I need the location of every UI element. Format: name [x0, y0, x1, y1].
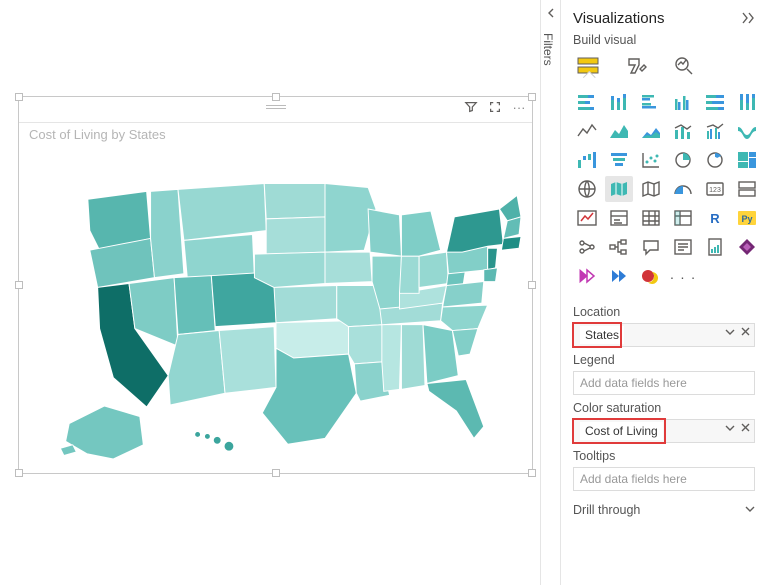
arcgis-icon[interactable] [605, 263, 633, 289]
waterfall-chart-icon[interactable] [573, 147, 601, 173]
power-automate-icon[interactable] [573, 263, 601, 289]
focus-mode-icon[interactable] [488, 100, 502, 114]
line-clustered-column-icon[interactable] [701, 118, 729, 144]
kpi-icon[interactable] [573, 205, 601, 231]
filters-pane-collapsed: Filters [540, 0, 560, 585]
gauge-icon[interactable] [669, 176, 697, 202]
legend-placeholder: Add data fields here [580, 376, 687, 390]
qa-visual-icon[interactable] [637, 234, 665, 260]
matrix-icon[interactable] [669, 205, 697, 231]
funnel-chart-icon[interactable] [605, 147, 633, 173]
expand-filters-icon[interactable] [541, 0, 560, 27]
location-field-value[interactable]: States [580, 326, 624, 344]
pane-title: Visualizations [573, 10, 664, 27]
filled-map-icon[interactable] [605, 176, 633, 202]
grip-handle-icon[interactable] [266, 105, 286, 111]
scatter-chart-icon[interactable] [637, 147, 665, 173]
visualizations-pane: Visualizations Build visual [560, 0, 765, 585]
stacked-column-chart-icon[interactable] [605, 89, 633, 115]
more-options-icon[interactable]: ··· [512, 100, 526, 114]
resize-handle-e[interactable] [528, 281, 536, 289]
treemap-icon[interactable] [733, 147, 761, 173]
card-icon[interactable]: 123 [701, 176, 729, 202]
svg-text:123: 123 [709, 187, 721, 194]
power-apps-icon[interactable] [733, 234, 761, 260]
area-chart-icon[interactable] [605, 118, 633, 144]
donut-chart-icon[interactable] [701, 147, 729, 173]
table-icon[interactable] [637, 205, 665, 231]
filled-map-visual[interactable] [19, 146, 532, 472]
filters-label[interactable]: Filters [541, 27, 555, 66]
pie-chart-icon[interactable] [669, 147, 697, 173]
collapse-pane-icon[interactable] [741, 11, 755, 27]
filter-icon[interactable] [464, 100, 478, 114]
hundred-stacked-bar-icon[interactable] [701, 89, 729, 115]
remove-field-icon[interactable] [741, 423, 750, 436]
resize-handle-sw[interactable] [15, 469, 23, 477]
azure-map-icon[interactable] [637, 176, 665, 202]
legend-label: Legend [573, 353, 755, 367]
ribbon-chart-icon[interactable] [733, 118, 761, 144]
format-visual-tab[interactable] [623, 53, 649, 79]
visual-container[interactable]: ··· Cost of Living by States [18, 96, 533, 474]
python-visual-icon[interactable]: Py [733, 205, 761, 231]
clustered-column-chart-icon[interactable] [669, 89, 697, 115]
line-chart-icon[interactable] [573, 118, 601, 144]
resize-handle-se[interactable] [528, 469, 536, 477]
saturation-label: Color saturation [573, 401, 755, 415]
location-field-well[interactable]: States [573, 323, 755, 347]
hundred-stacked-column-icon[interactable] [733, 89, 761, 115]
remove-field-icon[interactable] [741, 327, 750, 340]
resize-handle-n[interactable] [272, 93, 280, 101]
field-menu-icon[interactable] [725, 327, 735, 340]
pane-subtitle: Build visual [573, 33, 755, 47]
saturation-field-well[interactable]: Cost of Living [573, 419, 755, 443]
tooltips-label: Tooltips [573, 449, 755, 463]
drill-through-label: Drill through [573, 503, 640, 517]
svg-text:R: R [710, 211, 720, 226]
field-menu-icon[interactable] [725, 423, 735, 436]
visual-title: Cost of Living by States [19, 123, 532, 146]
saturation-field-value[interactable]: Cost of Living [580, 422, 663, 440]
stacked-area-chart-icon[interactable] [637, 118, 665, 144]
resize-handle-ne[interactable] [528, 93, 536, 101]
tooltips-field-well[interactable]: Add data fields here [573, 467, 755, 491]
multi-row-card-icon[interactable] [733, 176, 761, 202]
key-influencers-icon[interactable] [573, 234, 601, 260]
sparkline-icon[interactable] [637, 263, 665, 289]
drill-through-toggle-icon[interactable] [745, 503, 755, 517]
slicer-icon[interactable] [605, 205, 633, 231]
resize-handle-s[interactable] [272, 469, 280, 477]
line-stacked-column-icon[interactable] [669, 118, 697, 144]
svg-text:Py: Py [741, 214, 752, 224]
resize-handle-nw[interactable] [15, 93, 23, 101]
more-visuals-icon[interactable]: · · · [669, 263, 697, 289]
location-label: Location [573, 305, 755, 319]
decomposition-tree-icon[interactable] [605, 234, 633, 260]
paginated-report-icon[interactable] [701, 234, 729, 260]
clustered-bar-chart-icon[interactable] [637, 89, 665, 115]
report-canvas[interactable]: ··· Cost of Living by States [0, 0, 540, 585]
build-visual-tab[interactable] [575, 53, 601, 79]
legend-field-well[interactable]: Add data fields here [573, 371, 755, 395]
tooltips-placeholder: Add data fields here [580, 472, 687, 486]
visual-gallery: 123 R Py · · · [573, 83, 755, 299]
analytics-tab[interactable] [671, 53, 697, 79]
resize-handle-w[interactable] [15, 281, 23, 289]
r-visual-icon[interactable]: R [701, 205, 729, 231]
stacked-bar-chart-icon[interactable] [573, 89, 601, 115]
map-icon[interactable] [573, 176, 601, 202]
smart-narrative-icon[interactable] [669, 234, 697, 260]
